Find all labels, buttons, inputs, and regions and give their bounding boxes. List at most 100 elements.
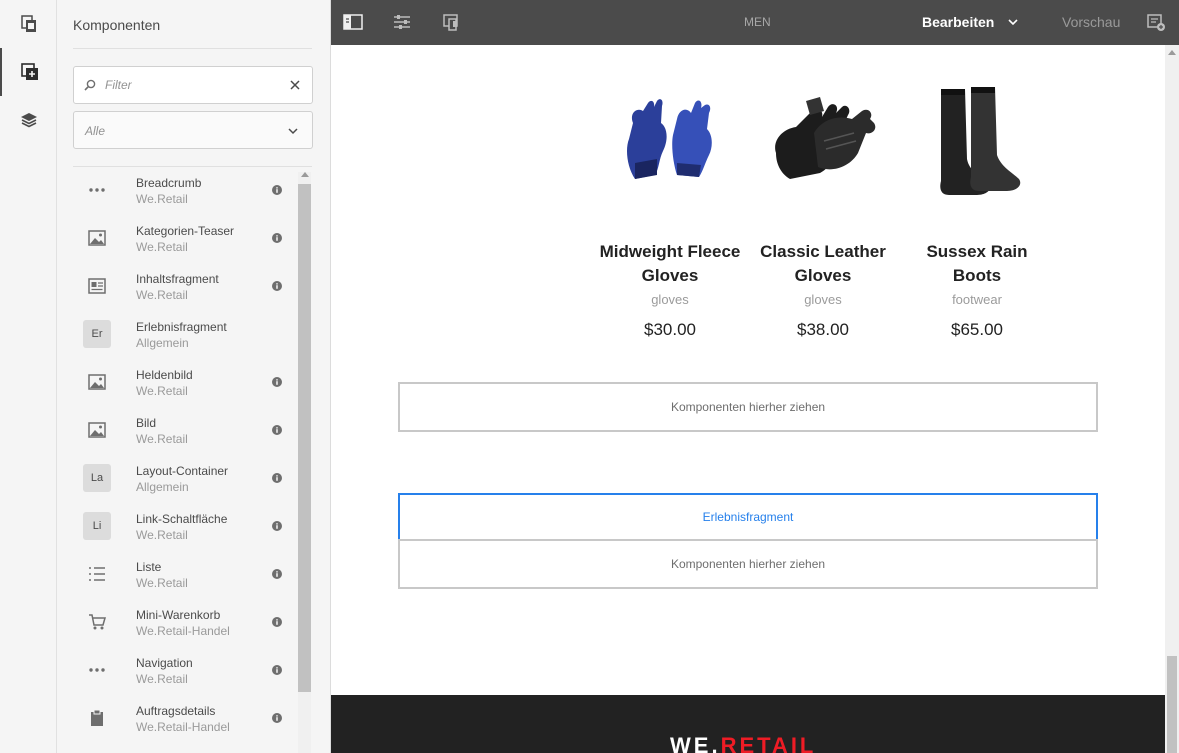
image-icon: [83, 370, 111, 394]
components-button[interactable]: [0, 48, 57, 96]
filter-placeholder: Filter: [105, 78, 132, 92]
we-retail-logo[interactable]: WE.RETAIL: [670, 733, 816, 753]
drop-zone[interactable]: Komponenten hierher ziehen: [398, 382, 1098, 432]
component-item[interactable]: Inhaltsfragment We.Retail: [73, 263, 297, 311]
filter-input[interactable]: Filter: [73, 66, 313, 104]
image-icon: [83, 226, 111, 250]
product-card[interactable]: Midweight Fleece Gloves gloves $30.00: [595, 85, 745, 340]
annotate-icon: [1147, 14, 1165, 31]
black-leather-gloves-image: [774, 96, 875, 179]
more-horizontal-icon: [83, 658, 111, 682]
component-group: We.Retail: [136, 528, 188, 542]
chevron-down-icon: [288, 128, 298, 135]
component-name: Layout-Container: [136, 464, 229, 478]
panel-scrollbar[interactable]: [298, 172, 311, 753]
image-icon: [83, 418, 111, 442]
components-panel: Komponenten Filter Alle Breadcrumb We.Ret…: [57, 0, 331, 753]
product-card[interactable]: Classic Leather Gloves gloves $38.00: [748, 85, 898, 340]
scrollbar-thumb[interactable]: [1167, 656, 1177, 753]
product-image: [902, 85, 1052, 200]
component-item[interactable]: Bild We.Retail: [73, 407, 297, 455]
info-icon[interactable]: [272, 473, 282, 483]
product-name[interactable]: Midweight Fleece Gloves: [595, 240, 745, 288]
site-footer: WE.RETAIL: [331, 695, 1165, 753]
page-templates-button[interactable]: [0, 0, 57, 48]
info-icon[interactable]: [272, 233, 282, 243]
sliders-icon: [394, 15, 410, 29]
info-icon[interactable]: [272, 713, 282, 723]
component-name: Inhaltsfragment: [136, 272, 219, 286]
component-item[interactable]: Breadcrumb We.Retail: [73, 167, 297, 215]
preview-button[interactable]: Vorschau: [1062, 14, 1120, 30]
rain-boots-image: [940, 87, 1021, 195]
more-horizontal-icon: [83, 178, 111, 202]
component-group: We.Retail-Handel: [136, 720, 230, 734]
product-category: footwear: [952, 292, 1002, 307]
clipboard-icon: [83, 706, 111, 730]
scroll-up-arrow[interactable]: [1168, 50, 1176, 55]
component-name: Erlebnisfragment: [136, 320, 227, 334]
logo-text-red: RETAIL: [720, 733, 817, 753]
group-select-value: Alle: [85, 124, 106, 138]
scrollbar-thumb[interactable]: [298, 184, 311, 692]
page-templates-icon: [20, 15, 36, 32]
editor-toolbar: MEN Bearbeiten Vorschau: [331, 0, 1179, 45]
page-properties-button[interactable]: [392, 12, 412, 32]
layers-icon: [20, 113, 37, 128]
product-name[interactable]: Classic Leather Gloves: [748, 240, 898, 288]
info-icon[interactable]: [272, 425, 282, 435]
product-category: gloves: [804, 292, 842, 307]
cart-icon: [83, 610, 111, 634]
close-icon[interactable]: [290, 80, 300, 90]
component-name: Kategorien-Teaser: [136, 224, 235, 238]
page-title: MEN: [744, 15, 771, 29]
product-price: $38.00: [797, 320, 849, 339]
component-group: We.Retail: [136, 576, 188, 590]
component-item[interactable]: Heldenbild We.Retail: [73, 359, 297, 407]
emulator-button[interactable]: [441, 12, 461, 32]
info-icon[interactable]: [272, 377, 282, 387]
panel-title: Komponenten: [73, 17, 161, 33]
annotations-button[interactable]: [1146, 12, 1166, 32]
info-icon[interactable]: [272, 521, 282, 531]
product-card[interactable]: Sussex Rain Boots footwear $65.00: [902, 85, 1052, 340]
group-select[interactable]: Alle: [73, 111, 313, 149]
devices-icon: [443, 14, 458, 31]
component-name: Mini-Warenkorb: [136, 608, 221, 622]
info-icon[interactable]: [272, 617, 282, 627]
info-icon[interactable]: [272, 281, 282, 291]
component-item[interactable]: Kategorien-Teaser We.Retail: [73, 215, 297, 263]
scroll-up-arrow[interactable]: [301, 172, 309, 177]
info-icon[interactable]: [272, 185, 282, 195]
component-item[interactable]: Er Erlebnisfragment Allgemein: [73, 311, 297, 359]
content-fragment-icon: [83, 274, 111, 298]
component-item[interactable]: Liste We.Retail: [73, 551, 297, 599]
content-tree-button[interactable]: [0, 96, 57, 144]
page-canvas: Midweight Fleece Gloves gloves $30.00 Cl…: [331, 45, 1165, 753]
info-icon[interactable]: [272, 665, 282, 675]
product-price: $65.00: [951, 320, 1003, 339]
drop-zone[interactable]: Komponenten hierher ziehen: [398, 539, 1098, 589]
canvas-scrollbar[interactable]: [1165, 45, 1179, 753]
component-abbr-icon: Er: [83, 320, 111, 348]
component-item[interactable]: La Layout-Container Allgemein: [73, 455, 297, 503]
mode-selector[interactable]: Bearbeiten: [922, 14, 994, 30]
component-item[interactable]: Mini-Warenkorb We.Retail-Handel: [73, 599, 297, 647]
component-item[interactable]: Navigation We.Retail: [73, 647, 297, 695]
component-item[interactable]: Auftragsdetails We.Retail-Handel: [73, 695, 297, 743]
component-item[interactable]: Li Link-Schaltfläche We.Retail: [73, 503, 297, 551]
component-group: Allgemein: [136, 336, 189, 350]
component-group: We.Retail: [136, 192, 188, 206]
toggle-side-panel-button[interactable]: [343, 12, 363, 32]
component-group: We.Retail: [136, 432, 188, 446]
component-group: We.Retail-Handel: [136, 624, 230, 638]
product-image: [748, 85, 898, 200]
search-icon: [84, 79, 96, 91]
experience-fragment-component[interactable]: Erlebnisfragment: [398, 493, 1098, 541]
component-name: Breadcrumb: [136, 176, 202, 190]
info-icon[interactable]: [272, 569, 282, 579]
component-group: We.Retail: [136, 384, 188, 398]
product-name[interactable]: Sussex Rain Boots: [902, 240, 1052, 288]
component-name: Auftragsdetails: [136, 704, 216, 718]
chevron-down-icon[interactable]: [1008, 19, 1018, 26]
